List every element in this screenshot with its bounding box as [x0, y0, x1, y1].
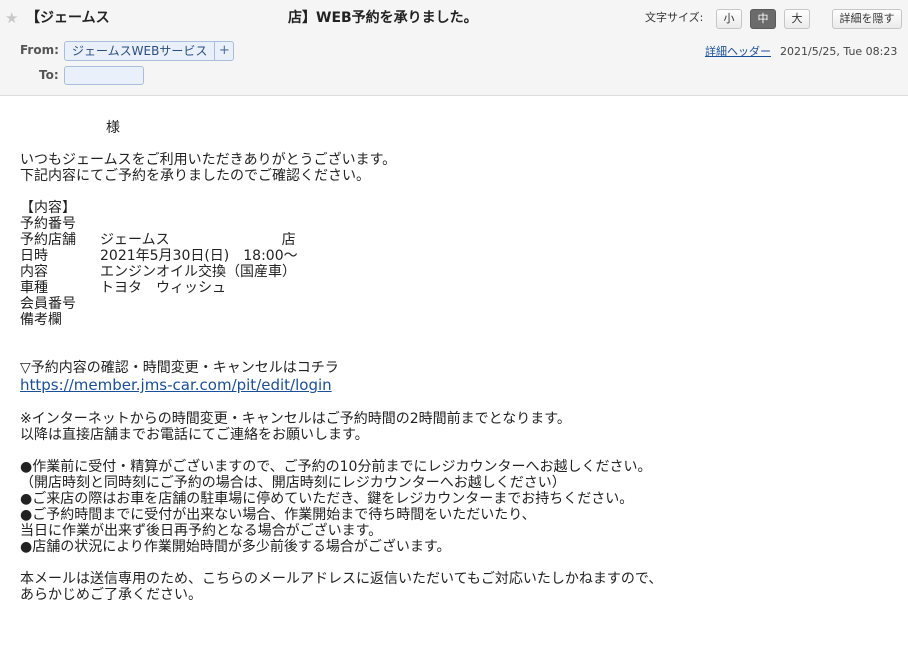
- font-size-medium-button[interactable]: 中: [750, 9, 776, 29]
- bullet-line: ●店舗の状況により作業開始時間が多少前後する場合がございます。: [20, 539, 451, 555]
- greeting-line: 下記内容にてご予約を承りましたのでご確認ください。: [20, 168, 370, 184]
- detail-value: エンジンオイル交換（国産車）: [100, 264, 296, 280]
- detail-key: 備考欄: [20, 312, 62, 328]
- bullet-line: ●ご予約時間までに受付が出来ない場合、作業開始まで待ち時間をいただいたり、: [20, 507, 536, 523]
- subject-left: 【ジェームス: [26, 10, 110, 26]
- to-label: To:: [39, 68, 59, 82]
- bullet-line: ●作業前に受付・精算がございますので、ご予約の10分前までにレジカウンターへお越…: [20, 459, 652, 475]
- from-label: From:: [20, 43, 59, 57]
- detail-header-link[interactable]: 詳細ヘッダー: [705, 45, 771, 59]
- mail-date: 2021/5/25, Tue 08:23: [780, 45, 898, 58]
- detail-row: 予約店舗 ジェームス 店: [20, 232, 900, 248]
- star-icon[interactable]: ★: [5, 9, 18, 27]
- detail-row: 日時 2021年5月30日(日) 18:00〜: [20, 248, 900, 264]
- bullet-line: 当日に作業が出来ず後日再予約となる場合がございます。: [20, 523, 383, 539]
- to-recipient-chip[interactable]: [64, 66, 144, 85]
- detail-key: 内容: [20, 264, 48, 280]
- hide-details-button[interactable]: 詳細を隠す: [832, 9, 902, 29]
- font-size-label: 文字サイズ:: [645, 11, 704, 24]
- detail-key: 会員番号: [20, 296, 76, 312]
- subject-right: 店】WEB予約を承りました。: [288, 10, 478, 26]
- detail-row: 備考欄: [20, 312, 900, 328]
- font-size-small-button[interactable]: 小: [716, 9, 742, 29]
- font-size-large-button[interactable]: 大: [784, 9, 810, 29]
- notice-line: 以降は直接店舗までお電話にてご連絡をお願いします。: [20, 427, 369, 443]
- detail-value: トヨタ ウィッシュ: [100, 280, 226, 296]
- detail-row: 会員番号: [20, 296, 900, 312]
- detail-value: 2021年5月30日(日) 18:00〜: [100, 248, 298, 264]
- detail-value: ジェームス 店: [100, 232, 296, 248]
- detail-key: 車種: [20, 280, 48, 296]
- detail-row: 予約番号: [20, 216, 900, 232]
- confirm-link[interactable]: https://member.jms-car.com/pit/edit/logi…: [20, 376, 900, 395]
- detail-key: 予約店舗: [20, 232, 76, 248]
- detail-key: 予約番号: [20, 216, 76, 232]
- greeting-line: いつもジェームスをご利用いただきありがとうございます。: [20, 152, 397, 168]
- section-title: 【内容】: [20, 200, 76, 216]
- bullet-line: ●ご来店の際はお車を店舗の駐車場に停めていただき、鍵をレジカウンターまでお持ちく…: [20, 491, 634, 507]
- notice-line: ※インターネットからの時間変更・キャンセルはご予約時間の2時間前までとなります。: [20, 411, 571, 427]
- bullet-line: （開店時刻と同時刻にご予約の場合は、開店時刻にレジカウンターへお越しください）: [20, 475, 566, 491]
- from-sender-name[interactable]: ジェームスWEBサービス: [65, 42, 214, 60]
- from-sender-chip: ジェームスWEBサービス +: [64, 41, 235, 61]
- salutation: 様: [106, 120, 120, 136]
- footer-line: 本メールは送信専用のため、こちらのメールアドレスに返信いただいてもご対応いたしか…: [20, 571, 663, 587]
- plus-icon[interactable]: +: [214, 42, 233, 60]
- mail-body: 様 いつもジェームスをご利用いただきありがとうございます。 下記内容にてご予約を…: [20, 120, 900, 603]
- mail-header: ★ 【ジェームス 店】WEB予約を承りました。 文字サイズ: 小 中 大 詳細を…: [0, 0, 908, 96]
- footer-line: あらかじめご了承ください。: [20, 587, 202, 603]
- detail-key: 日時: [20, 248, 48, 264]
- confirm-heading: ▽予約内容の確認・時間変更・キャンセルはコチラ: [20, 360, 339, 376]
- detail-row: 車種 トヨタ ウィッシュ: [20, 280, 900, 296]
- detail-row: 内容 エンジンオイル交換（国産車）: [20, 264, 900, 280]
